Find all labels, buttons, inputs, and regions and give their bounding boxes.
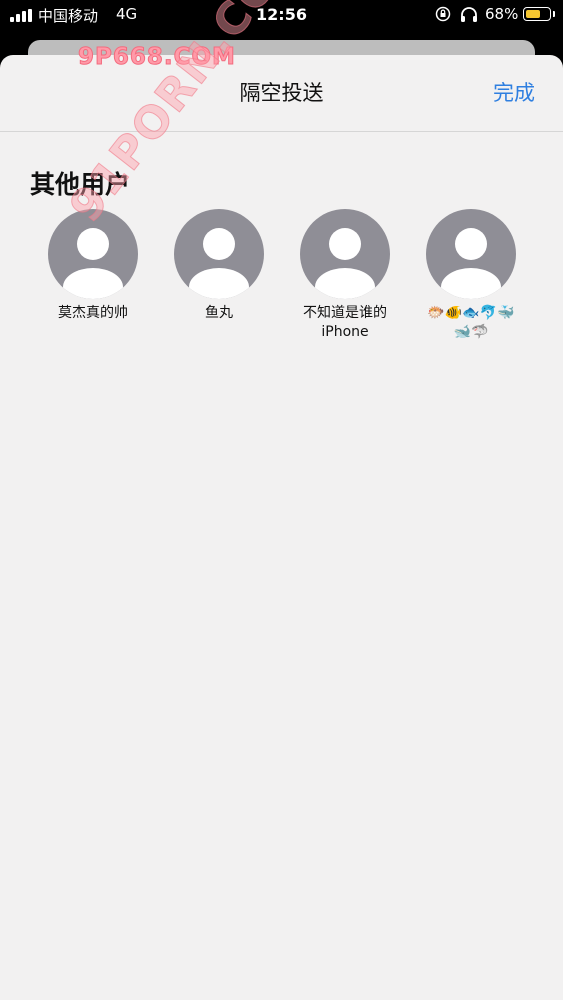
contact-name-line: 🐡🐠🐟🐬🐳: [427, 305, 515, 321]
battery-fill: [526, 10, 540, 18]
headphones-icon: [461, 7, 477, 22]
battery-tip: [553, 11, 555, 17]
contact-name-line: 🐋🦈: [453, 324, 489, 340]
contact-name: 不知道是谁的 iPhone: [282, 304, 408, 342]
avatar: [426, 209, 516, 299]
avatar: [300, 209, 390, 299]
person-icon: [441, 228, 501, 299]
orientation-lock-icon: [435, 6, 451, 22]
person-icon: [315, 228, 375, 299]
status-bar: 中国移动 4G 12:56 68%: [0, 0, 563, 30]
screen: 中国移动 4G 12:56 68% 隔空投送 完成 其他用户 莫杰真的帅 鱼丸 …: [0, 0, 563, 1000]
battery-percent: 68%: [485, 5, 519, 23]
done-button[interactable]: 完成: [493, 77, 535, 107]
contact-name: 🐡🐠🐟🐬🐳 🐋🦈: [408, 304, 534, 342]
contact-name: 莫杰真的帅: [58, 305, 128, 321]
person-icon: [189, 228, 249, 299]
contact-name: 鱼丸: [205, 305, 233, 321]
contact-name-line: 不知道是谁的: [303, 305, 387, 321]
contact-name-line: iPhone: [321, 324, 369, 340]
battery-icon: [523, 7, 551, 21]
contact-item[interactable]: 🐡🐠🐟🐬🐳 🐋🦈: [408, 209, 534, 342]
contact-item[interactable]: 不知道是谁的 iPhone: [282, 209, 408, 342]
contact-item[interactable]: 鱼丸: [156, 209, 282, 323]
sheet-title: 隔空投送: [239, 81, 324, 105]
avatar: [174, 209, 264, 299]
